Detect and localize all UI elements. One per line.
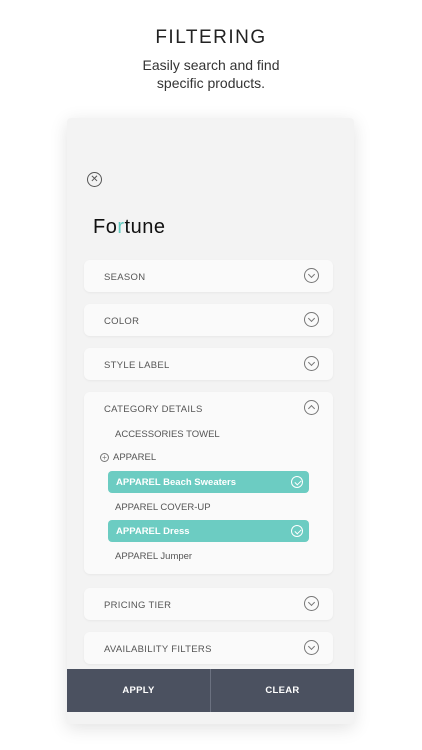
clear-button[interactable]: CLEAR xyxy=(211,669,354,712)
filter-availability[interactable]: AVAILABILITY FILTERS xyxy=(84,632,333,664)
category-dress-label: APPAREL Dress xyxy=(116,525,190,537)
action-bar: APPLY CLEAR xyxy=(67,669,354,712)
apply-button[interactable]: APPLY xyxy=(67,669,210,712)
phone-screen: ✕ Fortune SEASON COLOR STYLE LABEL CATEG… xyxy=(67,118,354,724)
filter-category-details: CATEGORY DETAILS ACCESSORIES TOWEL + APP… xyxy=(84,392,333,574)
chevron-down-icon[interactable] xyxy=(304,312,319,327)
category-dress[interactable]: APPAREL Dress xyxy=(108,520,309,542)
category-beach-sweaters[interactable]: APPAREL Beach Sweaters xyxy=(108,471,309,493)
chevron-up-icon[interactable] xyxy=(304,400,319,415)
chevron-down-icon[interactable] xyxy=(304,268,319,283)
footer-strip xyxy=(67,712,354,724)
plus-icon[interactable]: + xyxy=(100,453,109,462)
hero-subtitle-line1: Easily search and find xyxy=(142,57,280,73)
chevron-down-icon[interactable] xyxy=(304,356,319,371)
hero-title: FILTERING xyxy=(155,27,267,48)
filter-pricing-label: PRICING TIER xyxy=(104,600,172,611)
filter-style-label-label: STYLE LABEL xyxy=(104,360,170,371)
filter-availability-label: AVAILABILITY FILTERS xyxy=(104,644,212,655)
category-cover-up[interactable]: APPAREL COVER-UP xyxy=(115,502,211,513)
chevron-down-icon[interactable] xyxy=(304,640,319,655)
filter-pricing-tier[interactable]: PRICING TIER xyxy=(84,588,333,620)
chevron-down-icon[interactable] xyxy=(304,596,319,611)
brand-logo: Fortune xyxy=(93,216,166,238)
filter-category-label: CATEGORY DETAILS xyxy=(104,404,203,415)
filter-season[interactable]: SEASON xyxy=(84,260,333,292)
close-icon[interactable]: ✕ xyxy=(87,172,102,187)
category-jumper[interactable]: APPAREL Jumper xyxy=(115,551,192,562)
filter-season-label: SEASON xyxy=(104,272,146,283)
check-icon xyxy=(291,525,303,537)
filter-style-label[interactable]: STYLE LABEL xyxy=(84,348,333,380)
category-apparel-label: APPAREL xyxy=(113,452,157,463)
hero-subtitle-line2: specific products. xyxy=(156,75,266,91)
category-apparel-group[interactable]: + APPAREL xyxy=(100,452,156,463)
filter-color[interactable]: COLOR xyxy=(84,304,333,336)
check-icon xyxy=(291,476,303,488)
category-accessories-towel[interactable]: ACCESSORIES TOWEL xyxy=(115,429,220,440)
category-beach-sweaters-label: APPAREL Beach Sweaters xyxy=(116,476,237,488)
filter-color-label: COLOR xyxy=(104,316,140,327)
hero-subtitle: Easily search and find specific products… xyxy=(0,56,422,92)
